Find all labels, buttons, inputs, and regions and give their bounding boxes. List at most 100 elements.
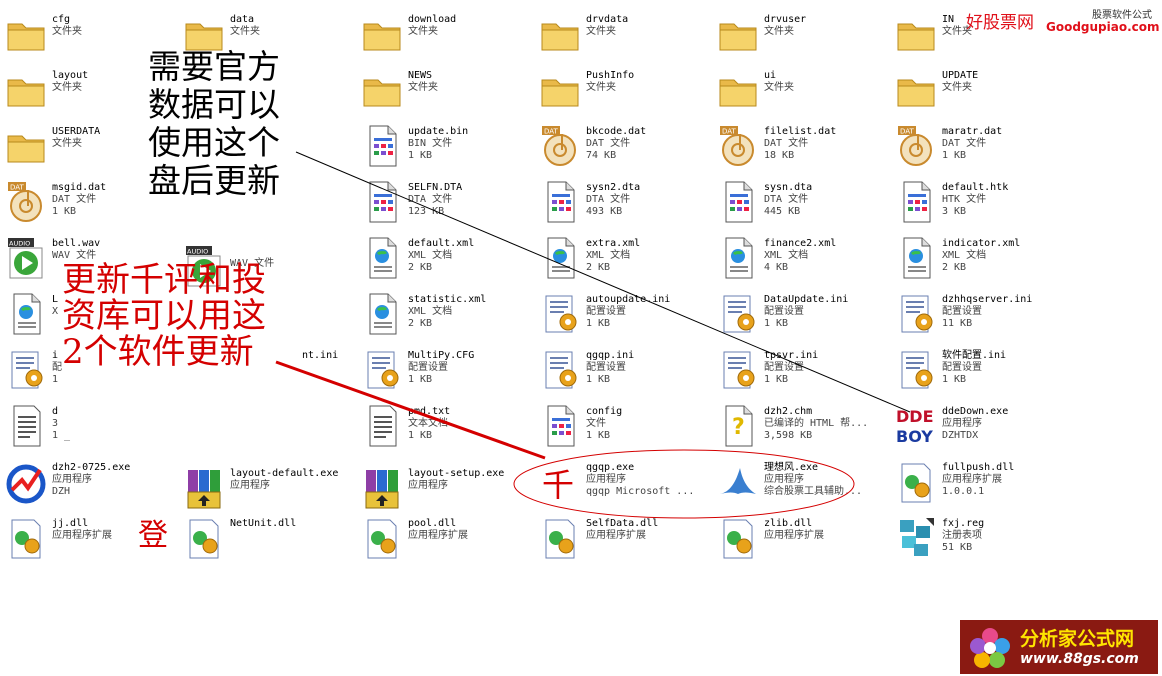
file-type: XML 文档 bbox=[586, 250, 631, 261]
file-detail: 3,598 KB bbox=[764, 430, 813, 441]
file-item[interactable]: sysn2.dta DTA 文件 493 KB bbox=[534, 176, 704, 226]
config-gear-icon bbox=[718, 292, 758, 336]
file-type: 配置设置 bbox=[764, 362, 804, 373]
folder-icon bbox=[6, 12, 46, 56]
file-item[interactable]: USERDATA 文件夹 bbox=[0, 120, 170, 170]
file-type: 配置设置 bbox=[942, 362, 982, 373]
file-item[interactable]: SelfData.dll 应用程序扩展 bbox=[534, 512, 704, 562]
file-type: DAT 文件 bbox=[586, 138, 631, 149]
file-type: 配置设置 bbox=[942, 306, 982, 317]
file-type: 注册表项 bbox=[942, 530, 982, 541]
file-item[interactable]: 软件配置.ini 配置设置 1 KB bbox=[890, 344, 1060, 394]
file-name: msgid.dat bbox=[52, 182, 107, 193]
dll-extension-icon bbox=[896, 460, 936, 504]
file-item[interactable]: statistic.xml XML 文档 2 KB bbox=[356, 288, 526, 338]
text-document-icon bbox=[362, 404, 402, 448]
file-item[interactable]: SELFN.DTA DTA 文件 123 KB bbox=[356, 176, 526, 226]
file-name: NEWS bbox=[408, 70, 433, 81]
file-type: DTA 文件 bbox=[764, 194, 809, 205]
dat-file-icon: DAT bbox=[718, 124, 758, 168]
svg-text:DAT: DAT bbox=[544, 128, 559, 136]
file-item[interactable]: DAT filelist.dat DAT 文件 18 KB bbox=[712, 120, 882, 170]
file-item[interactable]: UPDATE 文件夹 bbox=[890, 64, 1060, 114]
file-item[interactable]: NetUnit.dll bbox=[178, 512, 348, 562]
file-name: SELFN.DTA bbox=[408, 182, 463, 193]
file-item[interactable]: finance2.xml XML 文档 4 KB bbox=[712, 232, 882, 282]
file-name: qgqp.exe bbox=[586, 462, 635, 473]
file-item[interactable]: pool.dll 应用程序扩展 bbox=[356, 512, 526, 562]
file-item[interactable]: layout 文件夹 bbox=[0, 64, 170, 114]
file-detail: DZH bbox=[52, 486, 71, 497]
file-detail: 1 KB bbox=[942, 150, 967, 161]
file-item[interactable]: qgqp.ini 配置设置 1 KB bbox=[534, 344, 704, 394]
folder-icon bbox=[540, 68, 580, 112]
svg-text:DAT: DAT bbox=[900, 128, 915, 136]
file-item[interactable]: d31 _ bbox=[0, 400, 170, 450]
file-detail: 74 KB bbox=[586, 150, 617, 161]
file-item[interactable]: PushInfo 文件夹 bbox=[534, 64, 704, 114]
file-name: dzh2.chm bbox=[764, 406, 813, 417]
dat-file-icon: DAT bbox=[896, 124, 936, 168]
file-type: 配置设置 bbox=[586, 362, 626, 373]
file-item[interactable]: DAT msgid.dat DAT 文件 1 KB bbox=[0, 176, 170, 226]
file-item[interactable]: drvuser 文件夹 bbox=[712, 8, 882, 58]
file-item[interactable]: dzh2-0725.exe 应用程序 DZH bbox=[0, 456, 170, 506]
file-item[interactable]: DataUpdate.ini 配置设置 1 KB bbox=[712, 288, 882, 338]
file-type: 文件夹 bbox=[52, 26, 82, 37]
file-item[interactable]: zlib.dll 应用程序扩展 bbox=[712, 512, 882, 562]
xml-globe-icon bbox=[896, 236, 936, 280]
file-name: default.htk bbox=[942, 182, 1009, 193]
dll-extension-icon bbox=[362, 516, 402, 560]
file-detail: 51 KB bbox=[942, 542, 973, 553]
file-item[interactable]: drvdata 文件夹 bbox=[534, 8, 704, 58]
file-item[interactable]: download 文件夹 bbox=[356, 8, 526, 58]
file-item[interactable]: cfg 文件夹 bbox=[0, 8, 170, 58]
file-item[interactable]: update.bin BIN 文件 1 KB bbox=[356, 120, 526, 170]
file-item[interactable]: indicator.xml XML 文档 2 KB bbox=[890, 232, 1060, 282]
file-detail: 493 KB bbox=[586, 206, 623, 217]
file-item[interactable]: DAT bkcode.dat DAT 文件 74 KB bbox=[534, 120, 704, 170]
file-name: fxj.reg bbox=[942, 518, 985, 529]
file-detail: qgqp Microsoft ... bbox=[586, 486, 695, 497]
file-item[interactable]: sysn.dta DTA 文件 445 KB bbox=[712, 176, 882, 226]
file-item[interactable]: fullpush.dll 应用程序扩展 1.0.0.1 bbox=[890, 456, 1060, 506]
file-item[interactable]: DDE BOY ddeDown.exe 应用程序 DZHTDX bbox=[890, 400, 1060, 450]
file-type: 应用程序扩展 bbox=[586, 530, 646, 541]
file-item[interactable]: default.xml XML 文档 2 KB bbox=[356, 232, 526, 282]
file-item[interactable]: pmd.txt 文本文档 1 KB bbox=[356, 400, 526, 450]
file-name: IN bbox=[942, 14, 955, 25]
file-item[interactable]: DAT maratr.dat DAT 文件 1 KB bbox=[890, 120, 1060, 170]
config-gear-icon bbox=[362, 348, 402, 392]
file-item[interactable]: NEWS 文件夹 bbox=[356, 64, 526, 114]
file-item[interactable]: default.htk HTK 文件 3 KB bbox=[890, 176, 1060, 226]
config-gear-icon bbox=[896, 292, 936, 336]
file-item[interactable]: MultiPy.CFG 配置设置 1 KB bbox=[356, 344, 526, 394]
file-detail: 1 KB bbox=[408, 374, 433, 385]
file-name: finance2.xml bbox=[764, 238, 837, 249]
dat-file-icon: DAT bbox=[6, 180, 46, 224]
file-item[interactable]: dzhhqserver.ini 配置设置 11 KB bbox=[890, 288, 1060, 338]
file-name: tpsvr.ini bbox=[764, 350, 819, 361]
file-item[interactable]: extra.xml XML 文档 2 KB bbox=[534, 232, 704, 282]
file-item[interactable]: ui 文件夹 bbox=[712, 64, 882, 114]
file-name: fullpush.dll bbox=[942, 462, 1015, 473]
file-item[interactable]: autoupdate.ini 配置设置 1 KB bbox=[534, 288, 704, 338]
file-type: XML 文档 bbox=[764, 250, 809, 261]
xml-globe-icon bbox=[362, 236, 402, 280]
file-item[interactable]: fxj.reg 注册表项 51 KB bbox=[890, 512, 1060, 562]
config-gear-icon bbox=[718, 348, 758, 392]
file-item[interactable]: layout-default.exe 应用程序 bbox=[178, 462, 348, 512]
config-gear-icon bbox=[540, 292, 580, 336]
file-name: ui bbox=[764, 70, 777, 81]
file-name: pmd.txt bbox=[408, 406, 451, 417]
file-item[interactable]: 千 qgqp.exe 应用程序 qgqp Microsoft ... bbox=[534, 456, 704, 506]
file-item[interactable]: tpsvr.ini 配置设置 1 KB bbox=[712, 344, 882, 394]
file-item[interactable]: 理想风.exe 应用程序 综合股票工具辅助... bbox=[712, 456, 882, 506]
file-item[interactable]: layout-setup.exe 应用程序 bbox=[356, 462, 526, 512]
file-item[interactable]: config 文件 1 KB bbox=[534, 400, 704, 450]
file-name: USERDATA bbox=[52, 126, 101, 137]
file-name: pool.dll bbox=[408, 518, 457, 529]
file-name: i bbox=[52, 350, 59, 361]
file-name: dzhhqserver.ini bbox=[942, 294, 1033, 305]
file-item[interactable]: ? dzh2.chm 已编译的 HTML 帮... 3,598 KB bbox=[712, 400, 882, 450]
